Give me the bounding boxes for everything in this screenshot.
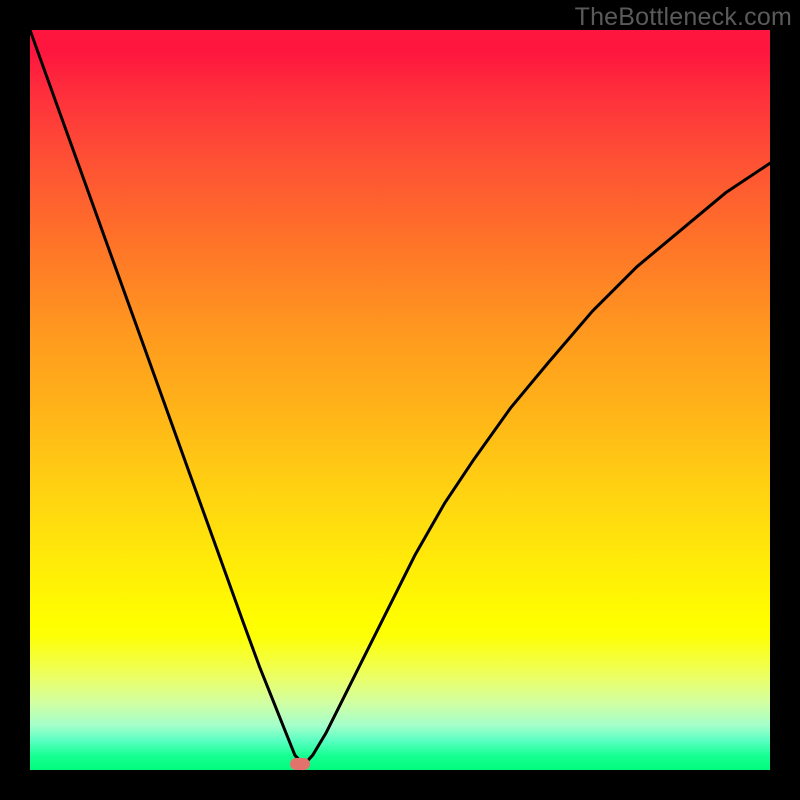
optimal-point-marker bbox=[290, 758, 310, 770]
plot-area bbox=[30, 30, 770, 770]
watermark: TheBottleneck.com bbox=[575, 3, 792, 32]
bottleneck-curve bbox=[30, 30, 770, 770]
curve-path bbox=[30, 30, 770, 765]
